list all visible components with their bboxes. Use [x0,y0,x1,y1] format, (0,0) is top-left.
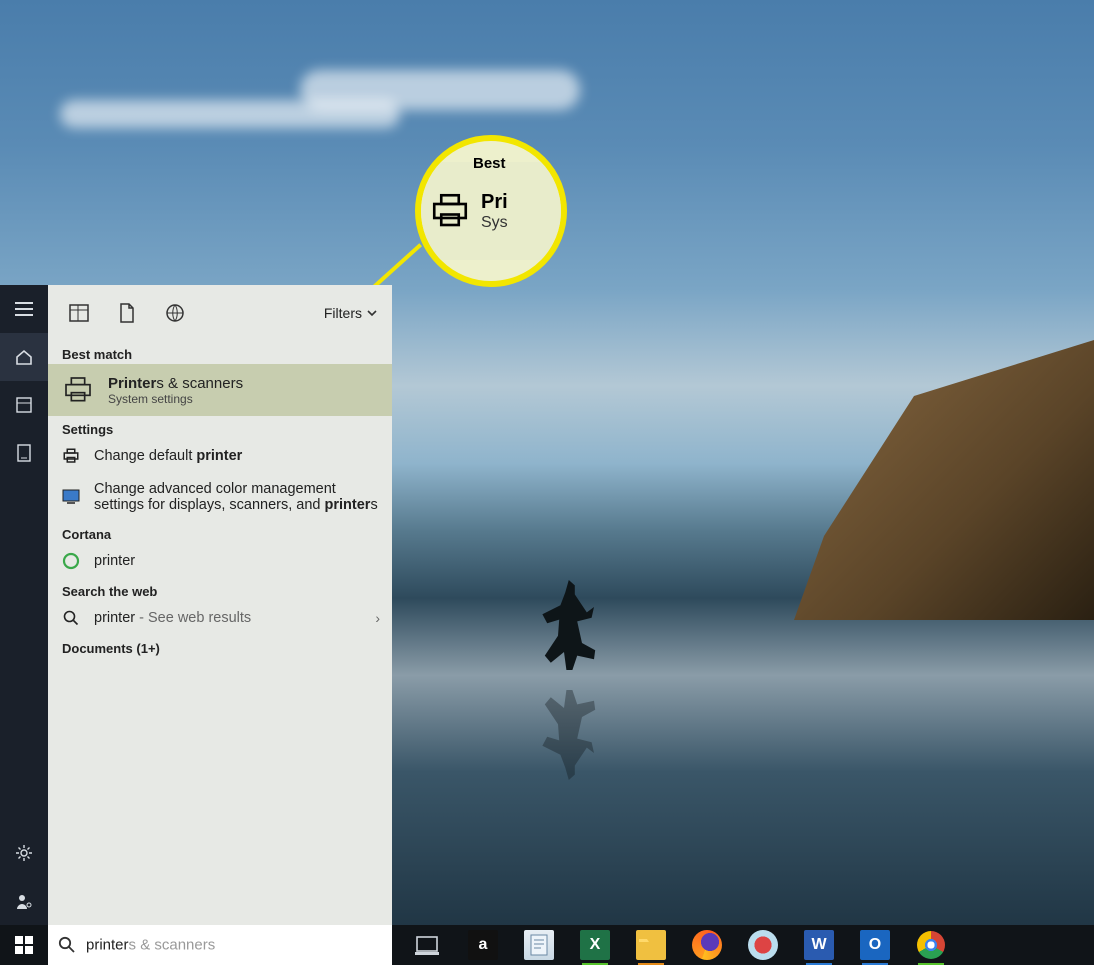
search-typed-text: printer [86,937,129,954]
result-text: Change default printer [94,448,378,464]
document-icon [119,303,135,323]
callout-magnifier: Best Pri Sys [415,135,567,287]
monitor-icon [62,488,80,506]
printer-icon [429,190,471,232]
rail-documents-button[interactable] [0,429,48,477]
document-icon [17,444,31,462]
chevron-down-icon [366,307,378,319]
printer-icon [62,374,94,406]
folder-icon [638,935,664,955]
taskbar-app-excel[interactable]: X [580,930,610,960]
panel-top-bar: Filters [48,285,392,341]
callout-sub-fragment: Sys [481,214,508,232]
chrome-icon [917,931,945,959]
wallpaper-clouds [0,40,1094,160]
section-settings: Settings [48,416,392,439]
gear-icon [15,844,33,862]
windows-logo-icon [15,936,33,954]
result-color-management[interactable]: Change advanced color management setting… [48,473,392,521]
result-text: printer [94,553,378,569]
search-icon [58,936,76,954]
rail-home-button[interactable] [0,333,48,381]
wallpaper-rock [794,340,1094,620]
taskbar-app-chrome[interactable] [916,930,946,960]
taskbar-search-box[interactable]: printers & scanners [48,925,392,965]
scope-apps-button[interactable] [62,296,96,330]
amazon-icon: a [479,936,488,954]
start-button[interactable] [0,925,48,965]
outlook-icon: O [869,936,881,954]
section-cortana: Cortana [48,521,392,544]
rail-settings-button[interactable] [0,829,48,877]
taskbar: printers & scanners a X W O [0,925,1094,965]
taskbar-pinned-apps: a X W O [392,925,966,965]
result-printers-scanners[interactable]: Printers & scanners System settings [48,364,392,416]
person-icon [15,892,33,910]
filters-dropdown[interactable]: Filters [324,305,378,321]
result-text: Change advanced color management setting… [94,481,378,513]
taskbar-app-spyder[interactable] [748,930,778,960]
printer-small-icon [62,447,80,465]
start-menu-rail [0,285,48,925]
result-text: printer - See web results [94,610,378,626]
result-change-default-printer[interactable]: Change default printer [48,439,392,473]
chevron-right-icon: › [375,610,380,626]
task-view-icon [415,935,439,955]
taskbar-app-outlook[interactable]: O [860,930,890,960]
wallpaper-runner [540,580,600,670]
section-best-match: Best match [48,341,392,364]
excel-icon: X [590,936,601,954]
cortana-ring-icon [62,552,80,570]
search-results-panel: Filters Best match Printers & scanners S… [48,285,392,925]
taskbar-app-amazon[interactable]: a [468,930,498,960]
section-documents: Documents (1+) [48,635,392,658]
callout-top-label: Best [473,155,506,172]
scope-documents-button[interactable] [110,296,144,330]
rail-menu-button[interactable] [0,285,48,333]
taskbar-app-notepad[interactable] [524,930,554,960]
section-web: Search the web [48,578,392,601]
rail-account-button[interactable] [0,877,48,925]
filters-label: Filters [324,305,362,321]
callout-title-fragment: Pri [481,191,508,214]
result-web-printer[interactable]: printer - See web results › [48,601,392,635]
result-subtitle: System settings [108,392,243,406]
rail-apps-button[interactable] [0,381,48,429]
word-icon: W [811,936,826,954]
taskbar-app-firefox[interactable] [692,930,722,960]
scope-web-button[interactable] [158,296,192,330]
search-icon [62,609,80,627]
app-window-icon [69,304,89,322]
home-icon [15,348,33,366]
taskbar-app-word[interactable]: W [804,930,834,960]
result-cortana-printer[interactable]: printer [48,544,392,578]
notepad-icon [530,934,548,956]
result-title: Printers & scanners [108,375,243,392]
search-placeholder-rest: s & scanners [129,937,216,954]
apps-icon [16,397,32,413]
task-view-button[interactable] [412,930,442,960]
taskbar-app-file-explorer[interactable] [636,930,666,960]
wallpaper-runner-reflection [540,690,600,780]
globe-icon [165,303,185,323]
hamburger-icon [15,302,33,316]
